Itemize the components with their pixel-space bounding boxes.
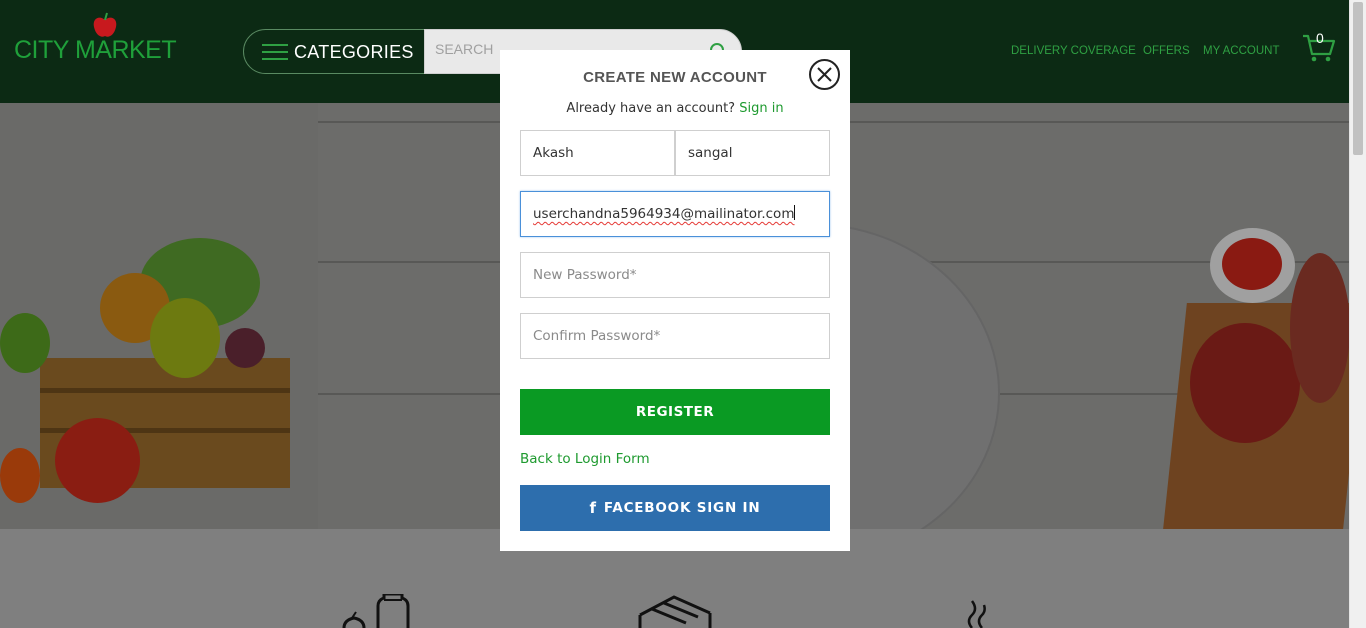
email-value: userchandna5964934@mailinator.com (533, 206, 795, 222)
facebook-icon: f (589, 499, 597, 517)
nav-my-account[interactable]: MY ACCOUNT (1203, 45, 1279, 57)
back-to-login-link[interactable]: Back to Login Form (520, 451, 650, 467)
email-field[interactable]: userchandna5964934@mailinator.com (520, 191, 830, 237)
facebook-sign-in-label: FACEBOOK SIGN IN (603, 500, 761, 516)
cart-count-badge: 0 (1316, 30, 1324, 46)
confirm-password-field[interactable] (520, 313, 830, 359)
have-account-text: Already have an account? (566, 101, 736, 116)
hamburger-icon (262, 44, 288, 61)
nav-delivery-coverage[interactable]: DELIVERY COVERAGE (1011, 45, 1136, 57)
scrollbar-thumb[interactable] (1353, 2, 1363, 155)
page-scrollbar[interactable] (1349, 0, 1366, 628)
last-name-field[interactable] (675, 130, 830, 176)
city-market-logo[interactable]: CITY MARKET (14, 12, 177, 72)
categories-label: CATEGORIES (294, 42, 414, 62)
create-account-modal: CREATE NEW ACCOUNT Already have an accou… (500, 50, 850, 551)
facebook-sign-in-button[interactable]: f FACEBOOK SIGN IN (520, 485, 830, 531)
first-name-field[interactable] (520, 130, 675, 176)
grocery-icon (342, 594, 410, 628)
new-password-field[interactable] (520, 252, 830, 298)
box-icon (638, 595, 712, 628)
register-button[interactable]: REGISTER (520, 389, 830, 435)
categories-button[interactable]: CATEGORIES (243, 29, 425, 74)
close-icon (817, 67, 832, 82)
sign-in-link[interactable]: Sign in (739, 101, 783, 116)
hot-food-icon (967, 600, 986, 628)
close-button[interactable] (809, 59, 840, 90)
nav-offers[interactable]: OFFERS (1143, 45, 1190, 57)
have-account-line: Already have an account? Sign in (500, 101, 850, 116)
logo-text: CITY MARKET (14, 36, 177, 64)
modal-title: CREATE NEW ACCOUNT (583, 69, 767, 86)
